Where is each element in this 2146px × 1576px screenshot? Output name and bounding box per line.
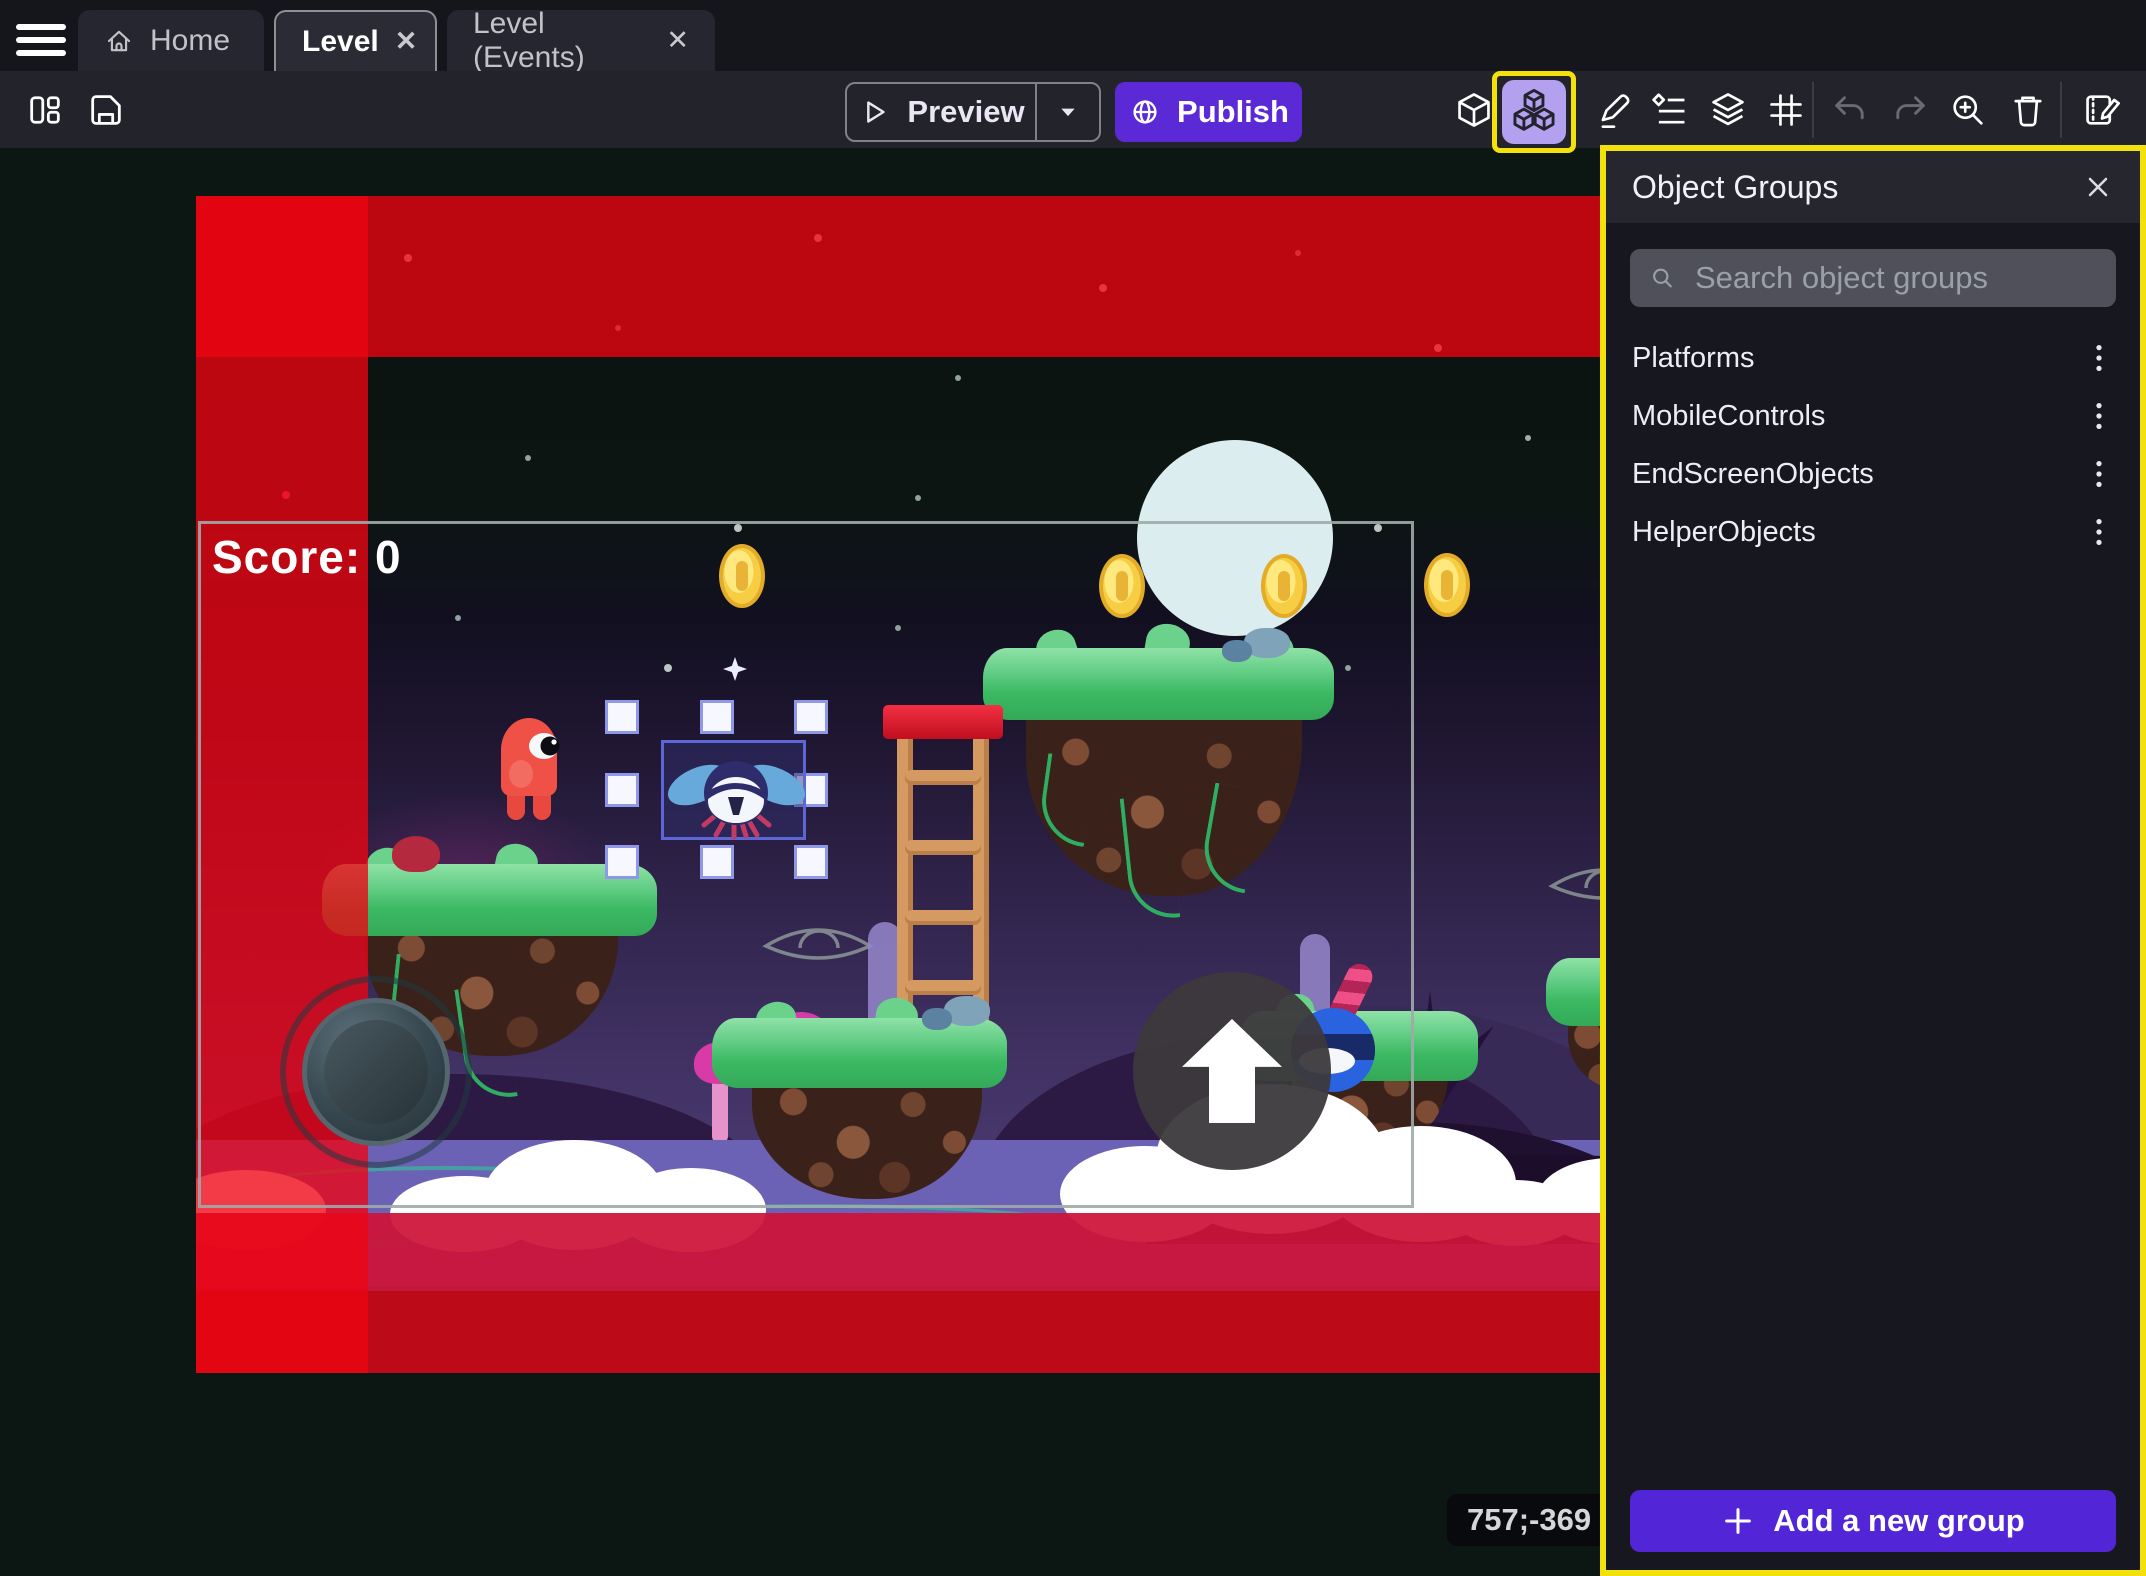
toolbar-separator [2060,82,2062,138]
group-name: HelperObjects [1632,516,1816,549]
search-icon [1650,262,1675,294]
object-groups-icon[interactable] [1502,80,1566,144]
preview-button[interactable]: Preview [845,82,1101,142]
tab-label: Home [150,24,230,58]
add-group-label: Add a new group [1773,1503,2024,1539]
undo-icon[interactable] [1830,90,1870,130]
instances-list-icon[interactable] [1650,90,1690,130]
tab-level[interactable]: Level ✕ [274,10,437,71]
coin-object[interactable] [1424,553,1470,617]
publish-label: Publish [1177,94,1289,130]
joystick-knob[interactable] [324,1020,428,1124]
home-icon [104,26,134,56]
layers-icon[interactable] [1708,90,1748,130]
tab-home[interactable]: Home [78,10,264,71]
pencil-icon[interactable] [1594,90,1634,130]
search-box[interactable] [1630,249,2116,307]
scene-properties-icon[interactable] [2082,90,2122,130]
publish-button[interactable]: Publish [1115,82,1302,142]
zoom-in-icon[interactable] [1948,90,1988,130]
ufo-outline-decoration [1542,846,1608,918]
panel-header: Object Groups [1606,151,2140,223]
group-row-mobilecontrols[interactable]: MobileControls [1606,387,2140,445]
jump-button-object[interactable] [1133,972,1331,1170]
panel-title: Object Groups [1632,169,1838,206]
add-group-button[interactable]: Add a new group [1630,1490,2116,1552]
close-tab-icon[interactable]: ✕ [666,27,689,54]
play-icon [857,95,891,129]
globe-icon [1128,95,1162,129]
red-wall-top-object[interactable] [196,196,1608,357]
menu-hamburger-icon[interactable] [16,17,66,55]
kebab-menu-icon[interactable] [2084,399,2114,433]
group-name: MobileControls [1632,400,1825,433]
editor-window: Home Level ✕ Level (Events) ✕ Preview [0,0,2146,1576]
redo-icon[interactable] [1890,90,1930,130]
preview-label: Preview [907,94,1024,130]
group-row-platforms[interactable]: Platforms [1606,329,2140,387]
plus-icon [1721,1504,1755,1538]
score-text-object[interactable]: Score: 0 [212,530,402,584]
search-input[interactable] [1693,259,2096,297]
chevron-down-icon [1053,97,1083,127]
preview-dropdown-button[interactable] [1035,84,1099,140]
grid-icon[interactable] [1766,90,1806,130]
red-wall-bottom-object[interactable] [196,1291,1608,1373]
kebab-menu-icon[interactable] [2084,341,2114,375]
group-name: EndScreenObjects [1632,458,1874,491]
object-groups-panel: Object Groups Platforms MobileControls [1600,145,2146,1576]
group-row-endscreenobjects[interactable]: EndScreenObjects [1606,445,2140,503]
save-icon[interactable] [86,90,126,130]
tab-label: Level [302,25,379,59]
scene-canvas[interactable]: Score: 0 [196,196,1608,1373]
close-panel-icon[interactable] [2082,171,2114,203]
group-name: Platforms [1632,342,1754,375]
cube-icon[interactable] [1454,90,1494,130]
toolbar-separator [1812,82,1814,138]
close-tab-icon[interactable]: ✕ [395,28,418,55]
trash-icon[interactable] [2008,90,2048,130]
kebab-menu-icon[interactable] [2084,457,2114,491]
tab-label: Level (Events) [473,7,650,75]
red-wall-bottom-object[interactable] [196,1213,1608,1291]
cursor-coordinates-badge: 757;-369 [1447,1494,1611,1546]
tab-bar: Home Level ✕ Level (Events) ✕ [0,0,2146,71]
tab-level-events[interactable]: Level (Events) ✕ [447,10,715,71]
panel-layout-icon[interactable] [25,90,65,130]
kebab-menu-icon[interactable] [2084,515,2114,549]
group-row-helperobjects[interactable]: HelperObjects [1606,503,2140,561]
up-arrow-icon [1182,1019,1282,1123]
